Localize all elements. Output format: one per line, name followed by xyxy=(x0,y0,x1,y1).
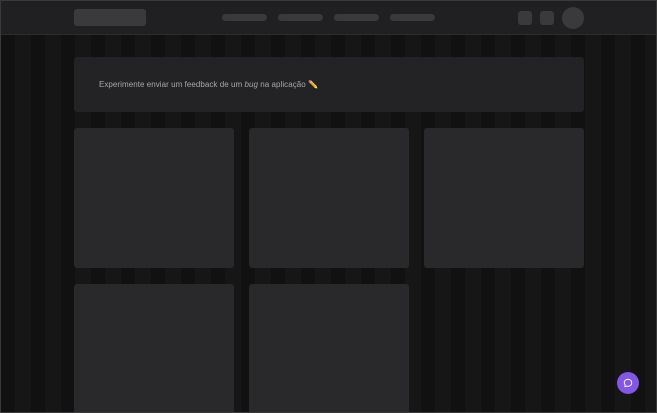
icon-skeleton-2 xyxy=(540,11,554,25)
nav-item-skeleton-2 xyxy=(278,14,323,21)
card-skeleton-2 xyxy=(249,128,409,268)
feedback-widget-button[interactable] xyxy=(617,372,639,394)
header-skeleton xyxy=(1,1,656,35)
card-skeleton-4 xyxy=(74,284,234,412)
banner-text-end: na aplicação xyxy=(257,80,309,89)
pencil-icon: ✏️ xyxy=(308,80,319,89)
card-skeleton-3 xyxy=(424,128,584,268)
feedback-hint-banner: Experimente enviar um feedback de um bug… xyxy=(74,57,584,112)
avatar-skeleton xyxy=(562,7,584,29)
banner-text: Experimente enviar um feedback de um bug… xyxy=(99,80,318,89)
banner-text-bug: bug xyxy=(244,80,258,89)
card-skeleton-5 xyxy=(249,284,409,412)
app-window: Experimente enviar um feedback de um bug… xyxy=(0,0,657,413)
card-skeleton-1 xyxy=(74,128,234,268)
nav-item-skeleton-3 xyxy=(334,14,379,21)
nav-item-skeleton-1 xyxy=(222,14,267,21)
logo-skeleton xyxy=(74,9,146,26)
nav-item-skeleton-4 xyxy=(390,14,435,21)
icon-skeleton-1 xyxy=(518,11,532,25)
banner-text-start: Experimente enviar um feedback de um xyxy=(99,80,245,89)
chat-bubble-icon xyxy=(623,378,633,388)
